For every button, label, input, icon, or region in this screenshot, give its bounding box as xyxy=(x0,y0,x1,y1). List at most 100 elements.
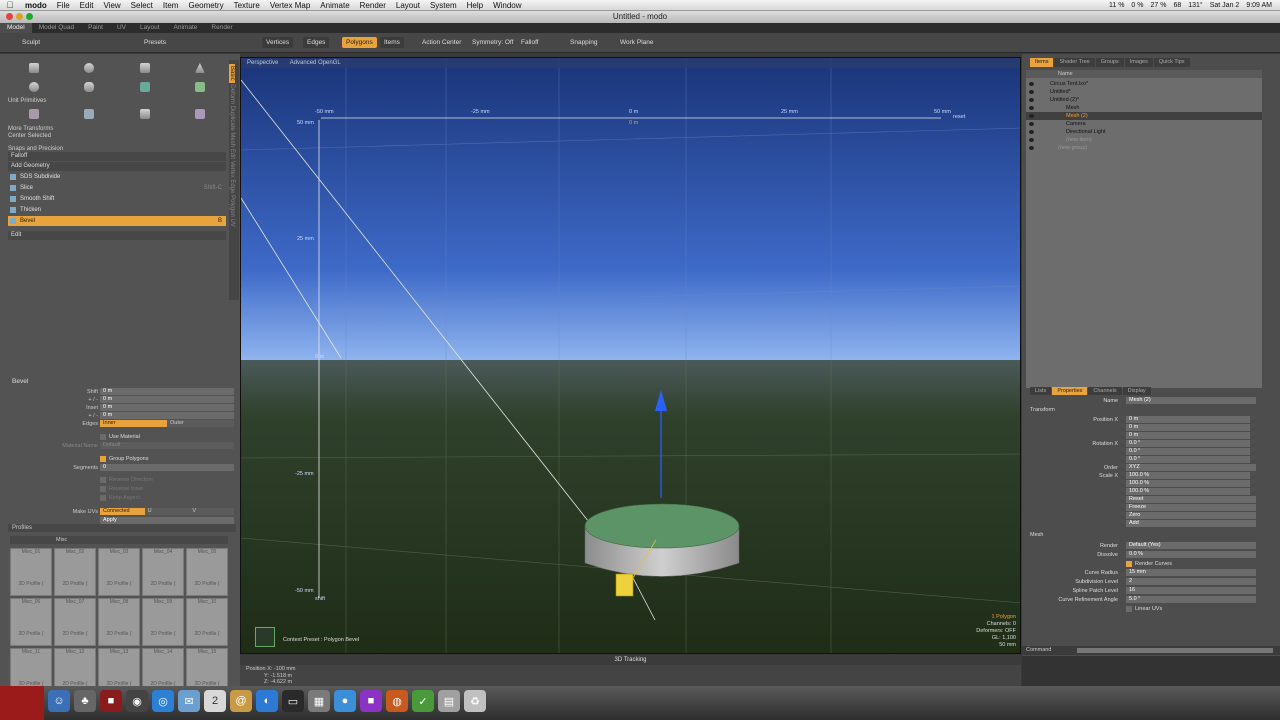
menu-geometry[interactable]: Geometry xyxy=(183,1,228,10)
firefox-icon[interactable]: ◍ xyxy=(386,690,408,712)
item-list-row[interactable]: Untitled (2)* xyxy=(1026,96,1262,104)
profile-cell[interactable]: Misc_08 2D Profile ( xyxy=(98,598,140,646)
3d-viewport[interactable]: Perspective Advanced OpenGL -50 mm -25 m… xyxy=(240,57,1021,654)
profile-cell[interactable]: Misc_09 2D Profile ( xyxy=(142,598,184,646)
date-label[interactable]: Sat Jan 2 xyxy=(1210,2,1240,9)
profile-cell[interactable]: Misc_04 2D Profile ( xyxy=(142,548,184,596)
app-icon[interactable]: ♣ xyxy=(74,690,96,712)
menu-window[interactable]: Window xyxy=(488,1,526,10)
profile-cell[interactable]: Misc_02 2D Profile ( xyxy=(54,548,96,596)
transform-section[interactable]: Transform xyxy=(1030,407,1055,413)
scale-z-field[interactable]: 100.0 % xyxy=(1126,488,1250,495)
item-list-row[interactable]: Circus Tent.lxo* xyxy=(1026,80,1262,88)
tab-items[interactable]: Items xyxy=(1030,58,1054,67)
visibility-eye-icon[interactable] xyxy=(1029,130,1034,134)
position-x-field[interactable]: 0 m xyxy=(1126,416,1250,423)
side-tab-edge[interactable]: Edge xyxy=(229,179,235,193)
weather-meter[interactable]: 131° xyxy=(1188,2,1202,9)
symmetry-button[interactable]: Symmetry: Off xyxy=(468,37,517,48)
freeze-button[interactable]: Freeze xyxy=(1126,504,1256,511)
menu-view[interactable]: View xyxy=(98,1,125,10)
media-icon[interactable]: ■ xyxy=(360,690,382,712)
close-window-icon[interactable] xyxy=(6,13,13,20)
menu-app[interactable]: modo xyxy=(20,1,52,10)
edit-header[interactable]: Edit xyxy=(8,231,226,240)
edges-button[interactable]: Edges xyxy=(303,37,330,48)
thicken-button[interactable]: Thicken xyxy=(8,205,226,215)
terminal-icon[interactable]: ▭ xyxy=(282,690,304,712)
side-tab-polygon[interactable]: Polygon xyxy=(229,195,235,217)
sphere-tool-icon[interactable] xyxy=(63,60,115,76)
side-tab-vertex[interactable]: Vertex xyxy=(229,161,235,178)
ruler-reset-button[interactable]: reset xyxy=(953,114,965,120)
presets-button[interactable]: Presets xyxy=(140,37,170,48)
reset-button[interactable]: Reset xyxy=(1126,496,1256,503)
inset-range-field[interactable]: 0 m xyxy=(100,412,234,419)
material-name-field[interactable]: Default xyxy=(100,442,234,449)
zoom-window-icon[interactable] xyxy=(26,13,33,20)
profile-cell[interactable]: Misc_10 2D Profile ( xyxy=(186,598,228,646)
polygons-button[interactable]: Polygons xyxy=(342,37,377,48)
order-select[interactable]: XYZ xyxy=(1126,464,1256,471)
command-input[interactable] xyxy=(1077,648,1273,653)
profile-cell[interactable]: Misc_01 2D Profile ( xyxy=(10,548,52,596)
reverse-inset-checkbox[interactable]: Reverse Inset xyxy=(100,485,143,493)
position-z-field[interactable]: 0 m xyxy=(1126,432,1250,439)
menu-vertex-map[interactable]: Vertex Map xyxy=(265,1,315,10)
tab-paint[interactable]: Paint xyxy=(81,23,110,33)
calendar-icon[interactable]: 2 xyxy=(204,690,226,712)
viewport-thumbnail[interactable] xyxy=(255,627,275,647)
rotation-y-field[interactable]: 0.0 ° xyxy=(1126,448,1250,455)
text-tool-icon[interactable] xyxy=(174,79,226,95)
cpu-meter[interactable]: 11 % xyxy=(1109,2,1124,9)
menu-file[interactable]: File xyxy=(52,1,75,10)
mail-icon[interactable]: ✉ xyxy=(178,690,200,712)
curve-radius-field[interactable]: 15 mm xyxy=(1126,569,1256,576)
subdivision-field[interactable]: 2 xyxy=(1126,578,1256,585)
center-selected-label[interactable]: Center Selected xyxy=(8,133,51,139)
visibility-eye-icon[interactable] xyxy=(1029,90,1034,94)
menu-item[interactable]: Item xyxy=(158,1,184,10)
cone-tool-icon[interactable] xyxy=(174,60,226,76)
finder-icon[interactable]: ☺ xyxy=(48,690,70,712)
uvs-v-option[interactable]: V xyxy=(189,508,235,515)
item-list-row[interactable]: Untitled* xyxy=(1026,88,1262,96)
disk-meter[interactable]: 27 % xyxy=(1150,2,1166,9)
more-transforms-label[interactable]: More Transforms xyxy=(8,126,53,132)
unit-cylinder-icon[interactable] xyxy=(119,106,171,122)
visibility-eye-icon[interactable] xyxy=(1029,122,1034,126)
profile-cell[interactable]: Misc_03 2D Profile ( xyxy=(98,548,140,596)
reverse-direction-checkbox[interactable]: Reverse Direction xyxy=(100,476,153,484)
viewport-view-mode[interactable]: Perspective xyxy=(247,60,278,66)
apple-icon[interactable]:  xyxy=(0,0,20,10)
tab-images[interactable]: Images xyxy=(1124,58,1153,67)
render-curves-checkbox[interactable]: Render Curves xyxy=(1126,560,1172,568)
slice-button[interactable]: Slice Shift-C xyxy=(8,183,226,193)
keep-aspect-checkbox[interactable]: Keep Aspect xyxy=(100,494,140,502)
profile-cell[interactable]: Misc_07 2D Profile ( xyxy=(54,598,96,646)
item-list-row[interactable]: (new item) xyxy=(1026,136,1262,144)
folder-icon[interactable]: ▤ xyxy=(438,690,460,712)
name-field[interactable]: Mesh (2) xyxy=(1126,397,1256,404)
visibility-eye-icon[interactable] xyxy=(1029,138,1034,142)
addressbook-icon[interactable]: @ xyxy=(230,690,252,712)
snapping-button[interactable]: Snapping xyxy=(566,37,601,48)
group-polygons-checkbox[interactable]: Group Polygons xyxy=(100,455,148,463)
work-plane-button[interactable]: Work Plane xyxy=(616,37,657,48)
inset-field[interactable]: 0 m xyxy=(100,404,234,411)
visibility-eye-icon[interactable] xyxy=(1029,98,1034,102)
mesh-section[interactable]: Mesh xyxy=(1030,532,1043,538)
spline-field[interactable]: 16 xyxy=(1126,587,1256,594)
position-y-field[interactable]: 0 m xyxy=(1126,424,1250,431)
unit-sphere-icon[interactable] xyxy=(63,106,115,122)
unit-primitives-label[interactable]: Unit Primitives xyxy=(8,98,46,104)
visibility-eye-icon[interactable] xyxy=(1029,114,1034,118)
add-geometry-header[interactable]: Add Geometry xyxy=(8,162,226,171)
falloff-button[interactable]: Falloff xyxy=(517,37,543,48)
minimize-window-icon[interactable] xyxy=(16,13,23,20)
pen-tool-icon[interactable] xyxy=(119,79,171,95)
cube-tool-icon[interactable] xyxy=(8,60,60,76)
zero-button[interactable]: Zero xyxy=(1126,512,1256,519)
items-button[interactable]: Items xyxy=(380,37,404,48)
dissolve-field[interactable]: 0.0 % xyxy=(1126,551,1256,558)
